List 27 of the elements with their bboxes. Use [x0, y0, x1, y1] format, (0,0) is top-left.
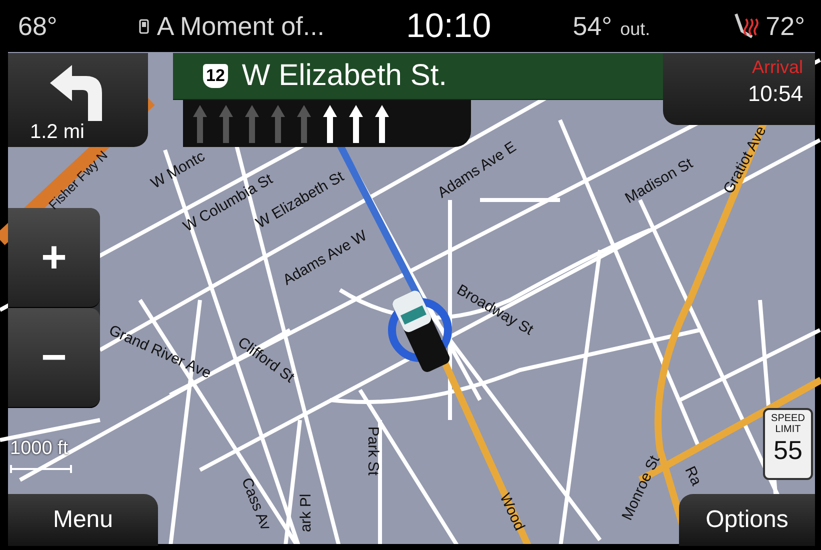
clock: 10:10: [406, 6, 492, 46]
scale-bar-icon: [10, 465, 72, 473]
limit-text: LIMIT: [775, 424, 801, 435]
street-label: Cass Av: [238, 475, 274, 533]
menu-button[interactable]: Menu: [8, 494, 158, 546]
arrival-label: Arrival: [752, 57, 803, 78]
outside-label: out.: [620, 18, 650, 40]
zoom-out-button[interactable]: −: [8, 308, 100, 408]
inside-temperature: 68°: [18, 10, 58, 42]
arrival-time: 10:54: [748, 81, 803, 107]
street-label: ark Pl: [298, 494, 314, 532]
phone-icon: [138, 18, 149, 34]
climate-temperature: 72°: [766, 10, 805, 42]
street-name: W Elizabeth St.: [242, 59, 447, 93]
scale-label: 1000 ft: [10, 438, 70, 460]
route-shield: 12: [203, 64, 228, 88]
zoom-in-button[interactable]: +: [8, 208, 100, 308]
outside-temperature: 54°: [572, 10, 612, 42]
speed-value: 55: [774, 435, 802, 466]
street-label: Park St: [364, 426, 382, 476]
street-label: Grand River Ave: [106, 322, 214, 382]
speed-text: SPEED: [771, 413, 805, 424]
media-title: A Moment of...: [156, 10, 325, 42]
street-label: Wood: [496, 490, 528, 534]
street-label: Ra: [681, 464, 705, 488]
options-button[interactable]: Options: [679, 494, 815, 546]
distance-text: 1.2 mi: [30, 121, 84, 144]
